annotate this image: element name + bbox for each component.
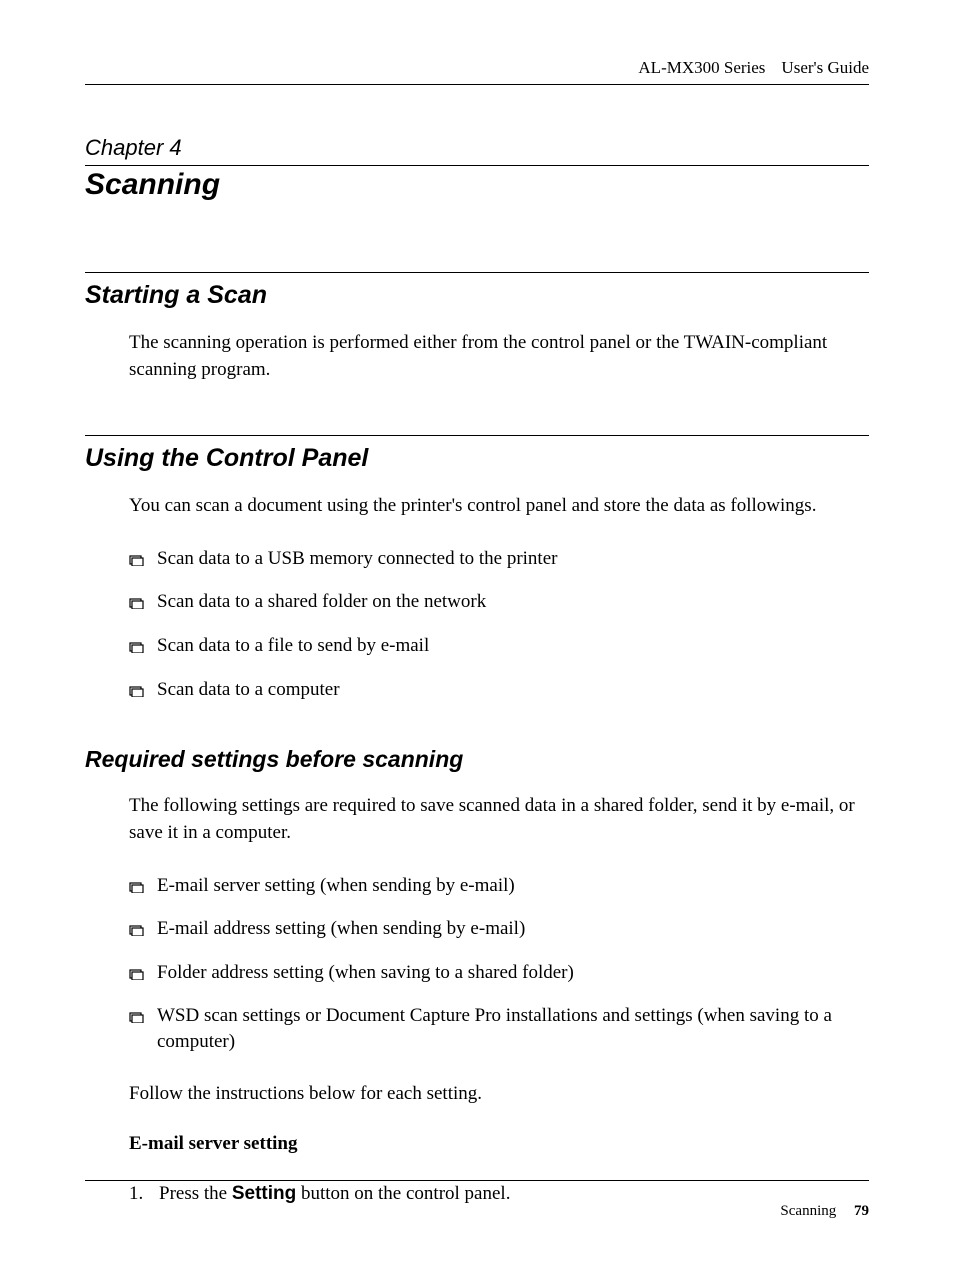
bullet-icon — [129, 677, 157, 705]
product-name: AL-MX300 Series — [638, 58, 765, 77]
list-item-text: E-mail address setting (when sending by … — [157, 916, 869, 942]
bullet-icon — [129, 960, 157, 988]
page-number: 79 — [854, 1203, 869, 1219]
heading-using-control-panel: Using the Control Panel — [85, 435, 869, 473]
page-footer: Scanning 79 — [85, 1180, 869, 1220]
chapter-label: Chapter 4 — [85, 135, 869, 161]
doc-title: User's Guide — [781, 58, 869, 77]
page-header: AL-MX300 Series User's Guide — [85, 58, 869, 85]
list-item-text: Scan data to a USB memory connected to t… — [157, 546, 869, 572]
list-item-text: E-mail server setting (when sending by e… — [157, 873, 869, 899]
required-intro: The following settings are required to s… — [129, 793, 869, 846]
list-item: Scan data to a computer — [129, 677, 869, 705]
list-item-text: Scan data to a computer — [157, 677, 869, 703]
list-item: Scan data to a USB memory connected to t… — [129, 546, 869, 574]
bullet-icon — [129, 916, 157, 944]
footer-section: Scanning — [780, 1203, 836, 1219]
heading-required-settings: Required settings before scanning — [85, 746, 869, 773]
follow-instruction: Follow the instructions below for each s… — [129, 1081, 869, 1108]
chapter-title: Scanning — [85, 165, 869, 202]
list-item-text: Scan data to a shared folder on the netw… — [157, 589, 869, 615]
list-item: E-mail address setting (when sending by … — [129, 916, 869, 944]
list-item: Folder address setting (when saving to a… — [129, 960, 869, 988]
control-panel-intro: You can scan a document using the printe… — [129, 493, 869, 520]
bullet-icon — [129, 873, 157, 901]
bullet-icon — [129, 633, 157, 661]
heading-starting-a-scan: Starting a Scan — [85, 272, 869, 310]
list-item: Scan data to a file to send by e-mail — [129, 633, 869, 661]
list-item-text: WSD scan settings or Document Capture Pr… — [157, 1003, 869, 1054]
list-item: Scan data to a shared folder on the netw… — [129, 589, 869, 617]
bullet-icon — [129, 589, 157, 617]
bullet-icon — [129, 1003, 157, 1031]
list-item-text: Folder address setting (when saving to a… — [157, 960, 869, 986]
bullet-icon — [129, 546, 157, 574]
subheading-email-server: E-mail server setting — [129, 1133, 869, 1155]
list-item-text: Scan data to a file to send by e-mail — [157, 633, 869, 659]
starting-body: The scanning operation is performed eith… — [129, 330, 869, 383]
required-settings-list: E-mail server setting (when sending by e… — [129, 873, 869, 1055]
control-panel-options: Scan data to a USB memory connected to t… — [129, 546, 869, 705]
list-item: E-mail server setting (when sending by e… — [129, 873, 869, 901]
list-item: WSD scan settings or Document Capture Pr… — [129, 1003, 869, 1054]
